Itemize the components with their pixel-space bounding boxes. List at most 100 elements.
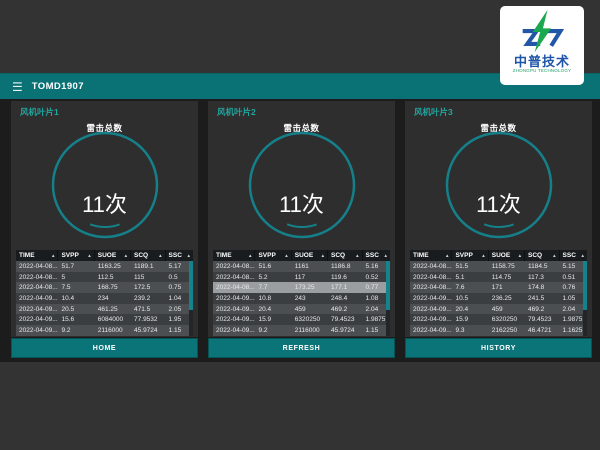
table-cell: 10.4 xyxy=(58,293,94,304)
table-cell: 117 xyxy=(292,272,328,283)
sort-icon[interactable]: ▲ xyxy=(481,253,485,258)
sort-icon[interactable]: ▲ xyxy=(518,253,522,258)
table-cell: 7.7 xyxy=(255,282,291,293)
table-row[interactable]: 2022-04-09...15.6608400077.95321.95 xyxy=(16,314,193,325)
column-header[interactable]: SUOE▲ xyxy=(489,250,525,261)
table-scrollbar-track[interactable] xyxy=(189,261,193,336)
column-header[interactable]: TIME▲ xyxy=(213,250,255,261)
table-cell: 2022-04-09... xyxy=(410,304,452,315)
table-cell: 1161 xyxy=(292,261,328,272)
table-cell: 45.9724 xyxy=(328,325,363,336)
sort-icon[interactable]: ▲ xyxy=(580,253,584,258)
table-scrollbar-track[interactable] xyxy=(386,261,390,336)
table-cell: 15.9 xyxy=(452,314,488,325)
column-header[interactable]: SVPP▲ xyxy=(452,250,488,261)
table-row[interactable]: 2022-04-09...9.2211600045.97241.15 xyxy=(213,325,390,336)
home-button[interactable]: HOME xyxy=(11,337,198,358)
table-cell: 45.9724 xyxy=(131,325,166,336)
lightning-count-value: 11次 xyxy=(208,187,395,219)
table-row[interactable]: 2022-04-09...20.4459469.22.04 xyxy=(410,304,587,315)
column-header[interactable]: SSC▲ xyxy=(166,250,193,261)
table-cell: 1189.1 xyxy=(131,261,166,272)
table-row[interactable]: 2022-04-09...10.5236.25241.51.05 xyxy=(410,293,587,304)
table-row[interactable]: 2022-04-09...20.4459469.22.04 xyxy=(213,304,390,315)
sort-icon[interactable]: ▲ xyxy=(158,253,162,258)
table-scrollbar-track[interactable] xyxy=(583,261,587,336)
sort-icon[interactable]: ▲ xyxy=(445,253,449,258)
table-row[interactable]: 2022-04-08...7.5168.75172.50.75 xyxy=(16,282,193,293)
sort-icon[interactable]: ▲ xyxy=(124,253,128,258)
table-cell: 2022-04-08... xyxy=(410,282,452,293)
sort-icon[interactable]: ▲ xyxy=(284,253,288,258)
table-cell: 15.9 xyxy=(255,314,291,325)
table-row[interactable]: 2022-04-08...7.6171174.80.76 xyxy=(410,282,587,293)
table-cell: 6084000 xyxy=(95,314,131,325)
table-row[interactable]: 2022-04-09...10.8243248.41.08 xyxy=(213,293,390,304)
table-cell: 168.75 xyxy=(95,282,131,293)
table-cell: 248.4 xyxy=(328,293,363,304)
company-logo-icon xyxy=(519,9,565,55)
lightning-count-value: 11次 xyxy=(405,187,592,219)
column-header[interactable]: SUOE▲ xyxy=(95,250,131,261)
table-row[interactable]: 2022-04-09...9.3216225046.47211.1625 xyxy=(410,325,587,336)
table-cell: 6320250 xyxy=(489,314,525,325)
table-cell: 2116000 xyxy=(292,325,328,336)
table-cell: 7.5 xyxy=(58,282,94,293)
hamburger-menu-icon[interactable]: ☰ xyxy=(12,80,23,94)
table-row[interactable]: 2022-04-09...15.9632025079.45231.9875 xyxy=(213,314,390,325)
history-button[interactable]: HISTORY xyxy=(405,337,592,358)
column-header[interactable]: SCQ▲ xyxy=(328,250,363,261)
sort-icon[interactable]: ▲ xyxy=(51,253,55,258)
table-row[interactable]: 2022-04-08...51.71163.251189.15.17 xyxy=(16,261,193,272)
sort-icon[interactable]: ▲ xyxy=(321,253,325,258)
column-header[interactable]: SVPP▲ xyxy=(255,250,291,261)
table-row[interactable]: 2022-04-08...5112.51150.5 xyxy=(16,272,193,283)
table-row[interactable]: 2022-04-08...7.7173.25177.10.77 xyxy=(213,282,390,293)
column-header[interactable]: SCQ▲ xyxy=(525,250,560,261)
column-header[interactable]: TIME▲ xyxy=(410,250,452,261)
table-row[interactable]: 2022-04-09...20.5461.25471.52.05 xyxy=(16,304,193,315)
column-header[interactable]: SSC▲ xyxy=(363,250,390,261)
table-cell: 2022-04-08... xyxy=(410,272,452,283)
table-cell: 239.2 xyxy=(131,293,166,304)
table-cell: 2022-04-09... xyxy=(213,293,255,304)
table-cell: 115 xyxy=(131,272,166,283)
table-row[interactable]: 2022-04-09...9.2211600045.97241.15 xyxy=(16,325,193,336)
refresh-button[interactable]: REFRESH xyxy=(208,337,395,358)
sort-icon[interactable]: ▲ xyxy=(552,253,556,258)
table-cell: 2022-04-08... xyxy=(16,261,58,272)
sort-icon[interactable]: ▲ xyxy=(87,253,91,258)
company-name-en: ZHONGPU TECHNOLOGY xyxy=(504,68,580,73)
table-scrollbar-thumb[interactable] xyxy=(583,261,587,310)
sort-icon[interactable]: ▲ xyxy=(355,253,359,258)
table-cell: 2022-04-09... xyxy=(16,325,58,336)
sort-icon[interactable]: ▲ xyxy=(248,253,252,258)
table-cell: 9.3 xyxy=(452,325,488,336)
table-cell: 5.2 xyxy=(255,272,291,283)
column-header[interactable]: SUOE▲ xyxy=(292,250,328,261)
table-row[interactable]: 2022-04-08...51.611611186.85.16 xyxy=(213,261,390,272)
column-header[interactable]: SVPP▲ xyxy=(58,250,94,261)
table-row[interactable]: 2022-04-08...5.1114.75117.30.51 xyxy=(410,272,587,283)
table-cell: 243 xyxy=(292,293,328,304)
table-cell: 119.6 xyxy=(328,272,363,283)
table-cell: 51.6 xyxy=(255,261,291,272)
table-row[interactable]: 2022-04-08...5.2117119.60.52 xyxy=(213,272,390,283)
table-cell: 234 xyxy=(95,293,131,304)
table-cell: 2022-04-09... xyxy=(16,293,58,304)
table-row[interactable]: 2022-04-09...15.9632025079.45231.9875 xyxy=(410,314,587,325)
table-cell: 112.5 xyxy=(95,272,131,283)
table-cell: 5 xyxy=(58,272,94,283)
sort-icon[interactable]: ▲ xyxy=(383,253,387,258)
column-header[interactable]: SCQ▲ xyxy=(131,250,166,261)
column-header[interactable]: SSC▲ xyxy=(560,250,587,261)
table-row[interactable]: 2022-04-08...51.51158.751184.55.15 xyxy=(410,261,587,272)
sort-icon[interactable]: ▲ xyxy=(186,253,190,258)
table-scrollbar-thumb[interactable] xyxy=(386,261,390,310)
table-scrollbar-thumb[interactable] xyxy=(189,261,193,310)
table-cell: 459 xyxy=(489,304,525,315)
column-header[interactable]: TIME▲ xyxy=(16,250,58,261)
table-cell: 2022-04-08... xyxy=(410,261,452,272)
table-row[interactable]: 2022-04-09...10.4234239.21.04 xyxy=(16,293,193,304)
table-cell: 20.4 xyxy=(255,304,291,315)
